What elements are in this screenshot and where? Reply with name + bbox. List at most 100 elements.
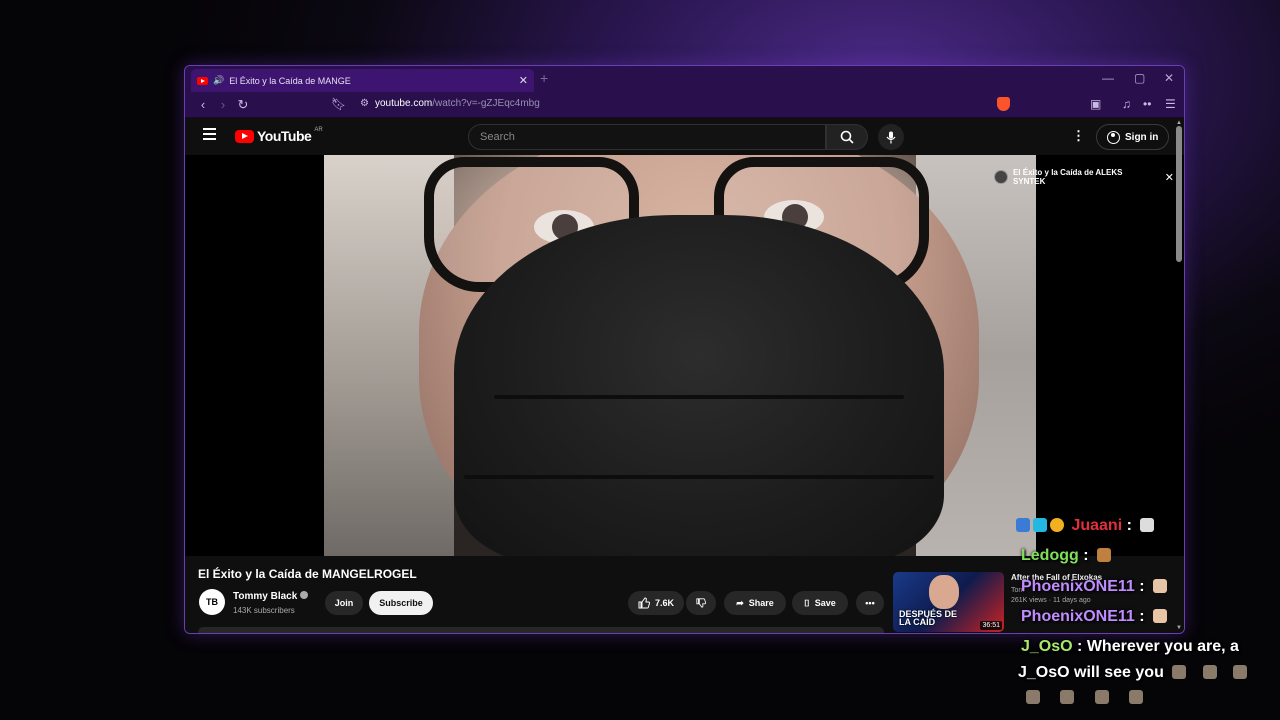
badge-icon xyxy=(1050,518,1064,532)
sign-in-label: Sign in xyxy=(1125,131,1159,143)
youtube-play-icon xyxy=(235,129,254,143)
minimize-icon[interactable]: — xyxy=(1102,71,1114,85)
close-window-icon[interactable]: ✕ xyxy=(1164,71,1174,85)
more-horizontal-icon: ••• xyxy=(865,598,875,608)
youtube-favicon-icon xyxy=(197,76,208,85)
emote-icon xyxy=(1140,518,1155,532)
thumbnail-face xyxy=(929,575,959,609)
back-icon[interactable]: ‹ xyxy=(193,97,213,112)
close-tab-icon[interactable]: ✕ xyxy=(519,74,528,87)
bookmark-save-icon: ⌷ xyxy=(804,597,810,608)
youtube-logo[interactable]: YouTube AR xyxy=(235,127,323,144)
video-title: El Éxito y la Caída de MANGELROGEL xyxy=(198,567,417,581)
subscribe-button[interactable]: Subscribe xyxy=(369,591,433,615)
emote-icon xyxy=(1233,665,1248,679)
bookmark-icon[interactable]: 🔖︎ xyxy=(331,97,346,111)
chat-line: Juaani : xyxy=(1016,517,1155,535)
subscriber-count: 143K subscribers xyxy=(233,606,295,615)
voice-search-button[interactable] xyxy=(878,124,904,150)
chat-username: PhoenixONE11 xyxy=(1021,578,1135,595)
thumbnail-text-line-2: LA CAÍD xyxy=(899,617,936,627)
thumbs-up-icon xyxy=(638,597,650,609)
tab-bar: 🔊 El Éxito y la Caída de MANGE ✕ + — ▢ ✕ xyxy=(185,66,1184,92)
chat-separator: : xyxy=(1078,547,1089,564)
badge-icon xyxy=(1016,518,1030,532)
search-button[interactable] xyxy=(826,124,868,150)
emote-icon xyxy=(1026,690,1040,704)
chat-message: Wherever you are, a xyxy=(1086,638,1239,655)
overlay-title-text: El Éxito y la Caída de ALEKS SYNTEK xyxy=(1012,168,1123,186)
chat-line: Ledogg : xyxy=(1021,547,1111,565)
url-field[interactable]: ⚙ youtube.com/watch?v=-gZJEqc4mbg xyxy=(360,98,540,109)
save-label: Save xyxy=(814,598,836,608)
emote-icon xyxy=(1129,690,1144,704)
music-icon[interactable]: ♫ xyxy=(1122,97,1131,111)
chat-line: PhoenixONE11 : xyxy=(1021,608,1168,626)
face-mask xyxy=(454,215,944,556)
maximize-icon[interactable]: ▢ xyxy=(1134,71,1145,85)
verified-icon xyxy=(300,591,309,599)
channel-name-text[interactable]: Tommy Black xyxy=(233,591,297,602)
emote-icon xyxy=(1172,665,1187,679)
share-label: Share xyxy=(748,598,774,608)
leo-icon[interactable]: •• xyxy=(1143,97,1151,111)
save-button[interactable]: ⌷ Save xyxy=(792,591,848,615)
video-duration: 36:51 xyxy=(980,621,1002,630)
sign-in-button[interactable]: Sign in xyxy=(1096,124,1170,150)
menu-icon[interactable]: ☰ xyxy=(1165,97,1176,111)
hamburger-menu-icon[interactable] xyxy=(203,128,216,143)
join-button[interactable]: Join xyxy=(325,591,363,615)
emote-icon xyxy=(1153,609,1168,623)
channel-name[interactable]: Tommy Black xyxy=(233,591,309,602)
emote-icon xyxy=(1094,690,1109,704)
more-actions-button[interactable]: ••• xyxy=(856,591,884,615)
badge-icon xyxy=(1033,518,1047,532)
emote-icon xyxy=(1202,665,1217,679)
speaker-icon[interactable]: 🔊 xyxy=(213,75,224,86)
mask-fold xyxy=(494,395,904,399)
chat-username: Ledogg xyxy=(1021,547,1079,564)
chat-message: J_OsO will see you xyxy=(1018,664,1164,681)
forward-icon[interactable]: › xyxy=(213,97,233,112)
chat-line: J_OsO : Wherever you are, a xyxy=(1021,638,1239,656)
thumbnail-text: DESPUÉS DE LA CAÍD xyxy=(899,610,957,627)
reload-icon[interactable]: ↻ xyxy=(233,97,253,113)
emote-icon xyxy=(1153,579,1168,593)
emote-icon xyxy=(1060,690,1075,704)
address-bar: ‹ › ↻ 🔖︎ ⚙ youtube.com/watch?v=-gZJEqc4m… xyxy=(185,92,1184,118)
chat-separator: : xyxy=(1134,608,1145,625)
chat-line: J_OsO will see you xyxy=(1018,664,1248,682)
like-button[interactable]: 7.6K xyxy=(628,591,684,615)
wallet-icon[interactable]: ▣ xyxy=(1090,97,1101,111)
chat-username: Juaani xyxy=(1071,517,1123,534)
chat-separator: : xyxy=(1072,638,1087,655)
tab-title: El Éxito y la Caída de MANGE xyxy=(229,75,351,86)
recommended-thumbnail[interactable]: DESPUÉS DE LA CAÍD 36:51 xyxy=(893,572,1004,632)
browser-tab[interactable]: 🔊 El Éxito y la Caída de MANGE ✕ xyxy=(191,69,534,92)
url-host: youtube.com xyxy=(374,98,433,109)
scrollbar-thumb[interactable] xyxy=(1176,126,1182,262)
like-count: 7.6K xyxy=(654,598,674,608)
close-overlay-icon[interactable]: ✕ xyxy=(1165,171,1174,184)
brave-shields-icon[interactable] xyxy=(997,97,1010,111)
new-tab-icon[interactable]: + xyxy=(540,70,548,86)
microphone-icon xyxy=(886,131,896,143)
share-button[interactable]: ➦ Share xyxy=(724,591,786,615)
dislike-button[interactable] xyxy=(686,591,716,615)
country-code: AR xyxy=(314,127,323,133)
settings-kebab-icon[interactable]: ⋮ xyxy=(1072,128,1085,144)
video-frame[interactable] xyxy=(324,155,1036,556)
logo-text: YouTube xyxy=(257,128,312,144)
chat-line: PhoenixONE11 : xyxy=(1021,578,1168,596)
miniplayer-overlay-title[interactable]: El Éxito y la Caída de ALEKS SYNTEK ✕ xyxy=(994,167,1174,187)
video-player[interactable]: El Éxito y la Caída de ALEKS SYNTEK ✕ xyxy=(185,155,1184,556)
description-box[interactable] xyxy=(198,627,884,633)
site-info-icon[interactable]: ⚙ xyxy=(360,98,369,109)
youtube-masthead: YouTube AR Search ⋮ Sign in xyxy=(185,118,1184,154)
chat-line xyxy=(1026,689,1144,707)
channel-avatar[interactable]: TB xyxy=(199,589,225,615)
search-input[interactable]: Search xyxy=(468,124,826,150)
chat-username: J_OsO xyxy=(1021,638,1073,655)
chat-username: PhoenixONE11 xyxy=(1021,608,1135,625)
chat-separator: : xyxy=(1122,517,1132,534)
